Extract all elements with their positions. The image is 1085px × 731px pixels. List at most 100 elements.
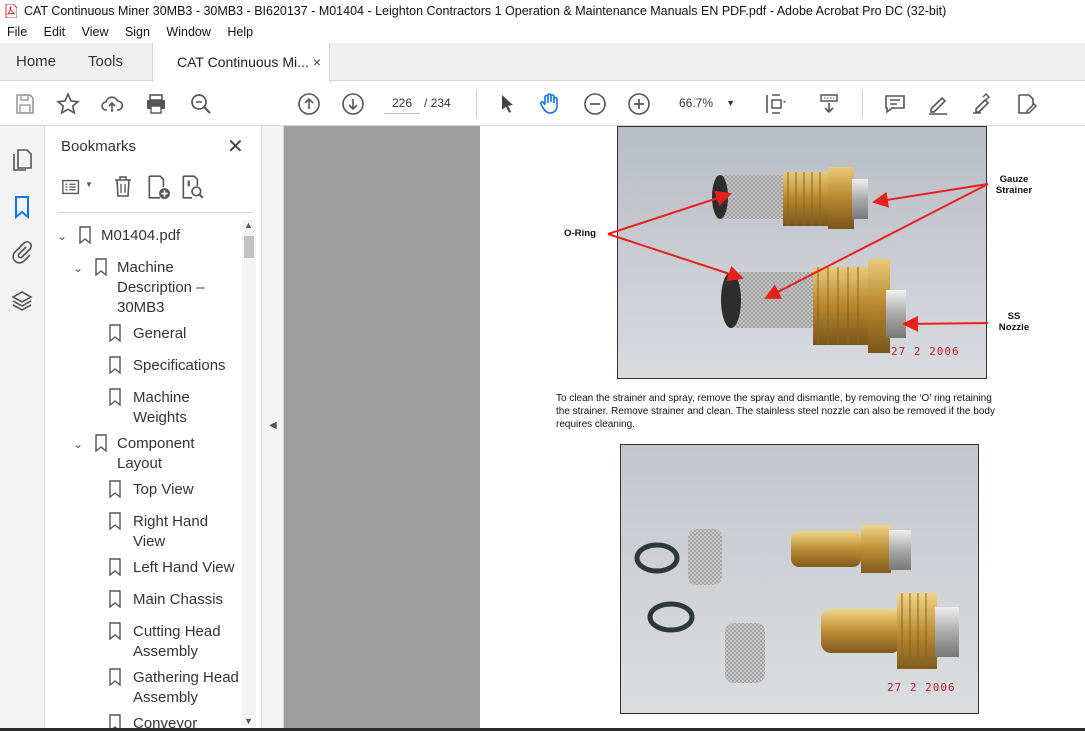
bookmark-label: Top View [133, 481, 194, 498]
zoom-level-select[interactable]: 66.7% ▼ [667, 92, 739, 114]
previous-page-icon[interactable] [296, 91, 322, 117]
menu-view[interactable]: View [82, 23, 109, 39]
bookmark-icon [109, 324, 121, 342]
bookmark-icon [95, 434, 107, 452]
next-page-icon[interactable] [340, 91, 366, 117]
bookmark-label: Left Hand View [133, 559, 235, 576]
close-panel-icon[interactable]: ✕ [227, 134, 244, 159]
chevron-down-icon[interactable]: ⌄ [73, 434, 83, 454]
delete-trash-icon[interactable] [111, 174, 135, 198]
bookmark-label: M01404.pdf [101, 227, 181, 244]
toolbar: 226 / 234 66.7% ▼ [0, 82, 1085, 126]
menu-window[interactable]: Window [166, 23, 210, 39]
bookmark-icon [109, 668, 121, 686]
menu-edit[interactable]: Edit [44, 23, 66, 39]
sign-pen-icon[interactable] [969, 91, 995, 117]
page-number-input[interactable]: 226 [384, 92, 420, 114]
zoom-search-icon[interactable] [188, 91, 214, 117]
bookmark-label: Right Hand View [133, 513, 209, 550]
zoom-out-icon[interactable] [582, 91, 608, 117]
photo-date-stamp: 27 2 2006 [887, 681, 956, 694]
new-bookmark-icon[interactable] [145, 174, 171, 200]
close-tab-icon[interactable]: × [313, 43, 321, 81]
tab-tools[interactable]: Tools [88, 43, 123, 81]
tab-home[interactable]: Home [16, 43, 56, 81]
bookmark-icon [109, 480, 121, 498]
panel-divider [57, 212, 253, 213]
collapse-arrow-icon[interactable]: ◀ [269, 420, 277, 431]
label-ss-nozzle: SS Nozzle [998, 311, 1030, 333]
toolbar-divider [862, 90, 863, 118]
scroll-mode-icon[interactable] [816, 91, 842, 117]
bookmark-icon [109, 622, 121, 640]
scroll-down-icon[interactable]: ▼ [244, 716, 253, 726]
chevron-down-icon[interactable]: ⌄ [57, 226, 67, 246]
annotation-arrows [607, 183, 989, 332]
highlight-pen-icon[interactable] [925, 91, 951, 117]
scrollbar-thumb[interactable] [244, 236, 254, 258]
bookmark-icon [109, 714, 121, 728]
scroll-up-icon[interactable]: ▲ [244, 220, 253, 230]
bookmark-label: Conveyor [133, 715, 198, 728]
bookmarks-panel: Bookmarks ✕ ▼ ⌄ M01404.pdf ⌄ Machine Des… [45, 126, 262, 731]
tab-document-label: CAT Continuous Mi... [177, 54, 309, 70]
acrobat-icon [5, 4, 17, 18]
bookmark-label: Specifications [133, 357, 226, 374]
bookmark-label: Cutting Head Assembly [133, 623, 221, 660]
bookmark-tools: ▼ [57, 172, 247, 202]
title-bar: CAT Continuous Miner 30MB3 - 30MB3 - BI6… [0, 0, 1085, 23]
bookmark-label: Main Chassis [133, 591, 224, 608]
attachment-icon[interactable] [10, 240, 34, 264]
left-rail [0, 126, 45, 731]
chevron-down-icon[interactable]: ⌄ [73, 258, 83, 278]
layers-icon[interactable] [10, 289, 34, 313]
print-icon[interactable] [143, 91, 169, 117]
bookmark-label: Gathering Head Assembly [133, 669, 239, 706]
panel-collapse-handle[interactable]: ◀ [262, 126, 284, 731]
document-viewport[interactable]: 27 2 2006 O-Ring Gauze Strainer SS Nozzl… [284, 126, 1085, 731]
bookmark-scrollbar[interactable]: ▲ ▼ [242, 220, 256, 726]
window-title: CAT Continuous Miner 30MB3 - 30MB3 - BI6… [24, 4, 947, 18]
instruction-paragraph: To clean the strainer and spray, remove … [556, 393, 995, 430]
menu-sign[interactable]: Sign [125, 23, 150, 39]
star-icon[interactable] [55, 91, 81, 117]
options-list-icon[interactable] [61, 176, 83, 198]
zoom-in-icon[interactable] [626, 91, 652, 117]
chevron-down-icon: ▼ [726, 98, 735, 108]
page-display-icon[interactable] [762, 91, 788, 117]
bookmark-icon [79, 226, 91, 244]
pdf-page: 27 2 2006 O-Ring Gauze Strainer SS Nozzl… [480, 126, 1085, 731]
tab-bar: Home Tools CAT Continuous Mi... × [0, 43, 1085, 82]
find-bookmark-icon[interactable] [179, 174, 205, 200]
select-cursor-icon[interactable] [494, 91, 520, 117]
toolbar-divider [476, 90, 477, 118]
nozzle-photo-disassembled: 27 2 2006 [620, 444, 979, 714]
page-thumbnails-icon[interactable] [10, 148, 34, 172]
tab-document[interactable]: CAT Continuous Mi... × [152, 43, 330, 82]
disassembled-illustration [621, 445, 978, 713]
upload-cloud-icon[interactable] [99, 91, 125, 117]
save-icon[interactable] [12, 91, 38, 117]
page-total: / 234 [424, 96, 451, 110]
hand-tool-icon[interactable] [537, 91, 563, 117]
bookmark-icon [109, 356, 121, 374]
bookmarks-header: Bookmarks [61, 138, 137, 155]
bookmark-icon [95, 258, 107, 276]
menu-bar: File Edit View Sign Window Help [0, 23, 1085, 43]
bookmark-label: General [133, 325, 187, 342]
bookmark-icon [109, 558, 121, 576]
bookmark-icon [109, 388, 121, 406]
label-o-ring: O-Ring [564, 228, 596, 239]
bookmark-label: Component Layout [117, 435, 195, 472]
bookmark-label: Machine Description – 30MB3 [117, 259, 205, 316]
options-chevron-icon[interactable]: ▼ [85, 180, 93, 189]
menu-file[interactable]: File [7, 23, 27, 39]
bookmark-label: Machine Weights [133, 389, 190, 426]
fill-sign-icon[interactable] [1013, 91, 1039, 117]
bookmark-icon [109, 512, 121, 530]
bookmark-panel-icon[interactable] [10, 195, 34, 219]
menu-help[interactable]: Help [227, 23, 253, 39]
bookmark-tree: ⌄ M01404.pdf ⌄ Machine Description – 30M… [45, 218, 245, 728]
comment-icon[interactable] [882, 91, 908, 117]
bookmark-icon [109, 590, 121, 608]
